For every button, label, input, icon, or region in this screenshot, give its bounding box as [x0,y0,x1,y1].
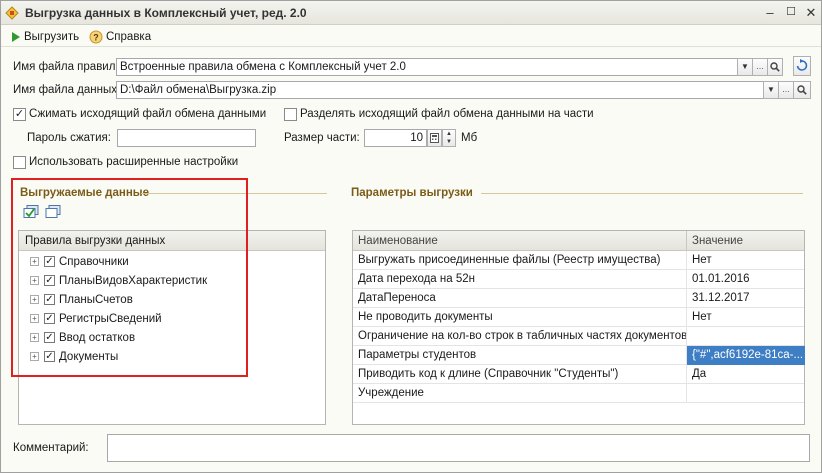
export-window: Выгрузка данных в Комплексный учет, ред.… [0,0,822,473]
table-row[interactable]: Ограничение на кол-во строк в табличных … [353,327,804,346]
comment-label: Комментарий: [13,442,89,454]
table-row[interactable]: Выгружать присоединенные файлы (Реестр и… [353,251,804,270]
table-row[interactable]: Приводить код к длине (Справочник "Студе… [353,365,804,384]
title-bar: Выгрузка данных в Комплексный учет, ред.… [1,1,821,25]
window-title: Выгрузка данных в Комплексный учет, ред.… [25,6,307,20]
password-field[interactable] [117,129,256,147]
toolbar: Выгрузить ? Справка [1,25,821,47]
help-icon: ? [89,30,103,44]
compress-label: Сжимать исходящий файл обмена данными [29,108,267,120]
split-checkbox[interactable] [284,108,297,121]
param-name-cell: Приводить код к длине (Справочник "Студе… [353,365,687,384]
comment-field[interactable] [107,434,810,462]
param-name-cell: Не проводить документы [353,308,687,327]
app-icon [5,6,19,20]
data-search-button[interactable] [793,81,811,99]
table-row[interactable]: Параметры студентов {"#",acf6192e-81ca-..… [353,346,805,365]
part-size-field[interactable]: 10 [364,129,427,147]
params-title: Параметры выгрузки [351,187,473,199]
rules-file-field[interactable]: Встроенные правила обмена с Комплексный … [116,58,738,76]
split-label: Разделять исходящий файл обмена данными … [300,108,594,120]
param-name-cell: Дата перехода на 52н [353,270,687,289]
highlight-frame [11,178,248,377]
svg-text:?: ? [93,33,99,43]
data-file-label: Имя файла данных: [13,84,121,96]
part-size-label: Размер части: [284,132,360,144]
export-button[interactable]: Выгрузить [11,29,79,45]
col-value-header[interactable]: Значение [687,231,805,251]
param-name-cell: ДатаПереноса [353,289,687,308]
param-value-cell[interactable] [687,384,805,403]
param-name-cell: Учреждение [353,384,687,403]
part-size-spinner[interactable]: ▲ ▼ [442,129,456,147]
params-table-header: Наименование Значение [353,231,804,251]
maximize-button[interactable]: ☐ [782,4,800,21]
refresh-icon [796,59,808,71]
advanced-label: Использовать расширенные настройки [29,156,239,168]
close-button[interactable]: ✕ [802,4,820,21]
rules-file-label: Имя файла правил: [13,61,119,73]
param-value-cell[interactable] [687,327,805,346]
table-row[interactable]: ДатаПереноса 31.12.2017 [353,289,804,308]
param-value-cell[interactable]: Нет [687,251,805,270]
params-table: Наименование Значение Выгружать присоеди… [352,230,805,425]
param-value-cell[interactable]: 01.01.2016 [687,270,805,289]
data-dropdown-button[interactable]: ▼ [763,81,779,99]
export-button-label: Выгрузить [24,31,80,43]
password-label: Пароль сжатия: [27,132,111,144]
table-row[interactable]: Дата перехода на 52н 01.01.2016 [353,270,804,289]
param-name-cell: Параметры студентов [353,346,687,365]
help-button[interactable]: ? Справка [89,29,151,45]
help-button-label: Справка [106,31,152,43]
compress-checkbox[interactable]: ✓ [13,108,26,121]
part-size-unit: Мб [461,132,478,144]
param-value-cell[interactable]: 31.12.2017 [687,289,805,308]
data-file-field[interactable]: D:\Файл обмена\Выгрузка.zip [116,81,764,99]
param-name-cell: Выгружать присоединенные файлы (Реестр и… [353,251,687,270]
rules-open-button[interactable] [793,56,811,76]
advanced-checkbox[interactable] [13,156,26,169]
play-icon [12,32,20,42]
rules-dropdown-button[interactable]: ▼ [737,58,753,76]
data-more-button[interactable]: … [778,81,794,99]
search-icon [797,85,807,95]
rules-more-button[interactable]: … [752,58,768,76]
param-name-cell: Ограничение на кол-во строк в табличных … [353,327,687,346]
table-row[interactable]: Не проводить документы Нет [353,308,804,327]
table-row[interactable]: Учреждение [353,384,804,403]
search-icon [770,62,780,72]
params-separator [481,193,803,194]
calculator-icon [430,133,439,143]
param-value-cell[interactable]: Да [687,365,805,384]
col-name-header[interactable]: Наименование [353,231,687,251]
param-value-cell[interactable]: Нет [687,308,805,327]
param-value-cell[interactable]: {"#",acf6192e-81ca-... [687,346,805,365]
calculator-button[interactable] [427,129,442,147]
minimize-button[interactable]: – [761,4,779,21]
rules-search-button[interactable] [767,58,783,76]
